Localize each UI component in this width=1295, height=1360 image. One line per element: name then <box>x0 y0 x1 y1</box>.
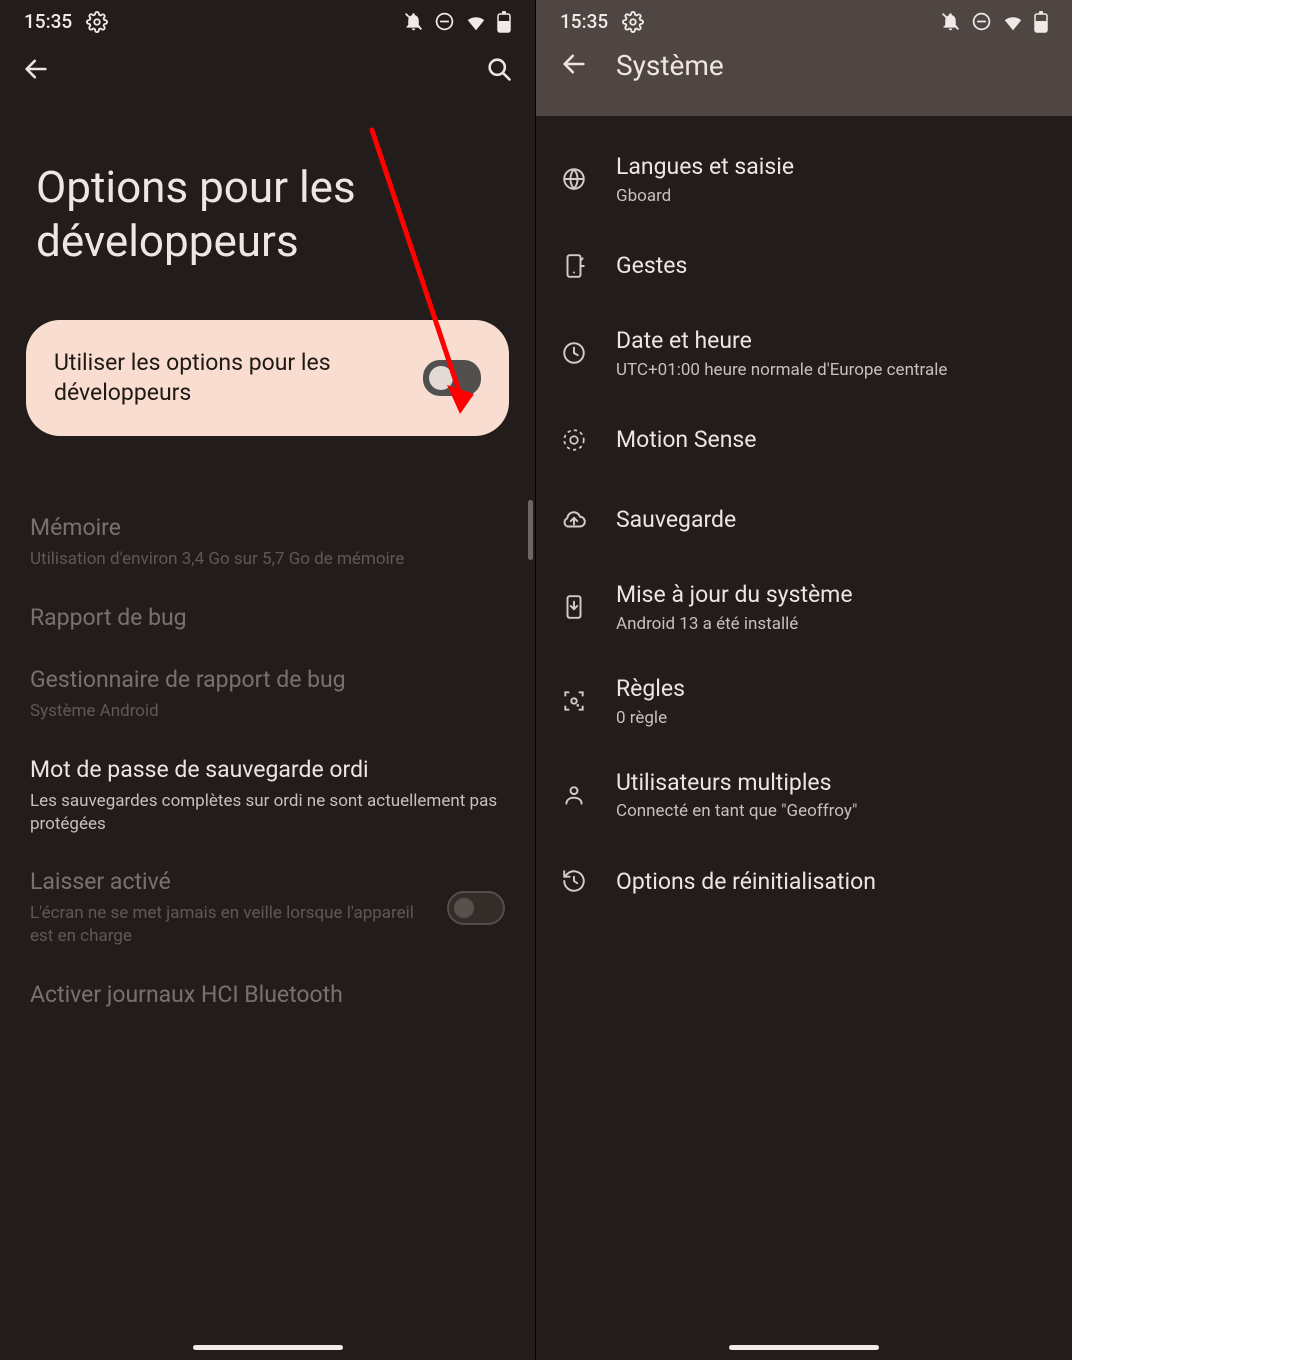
navigation-pill[interactable] <box>729 1345 879 1350</box>
item-title: Mot de passe de sauvegarde ordi <box>30 755 505 785</box>
item-title: Mise à jour du système <box>616 580 1048 610</box>
users-icon <box>560 775 588 815</box>
list-item-hci-bluetooth[interactable]: Activer journaux HCI Bluetooth <box>0 965 535 1027</box>
battery-icon <box>1034 11 1048 33</box>
top-bar <box>0 37 535 87</box>
item-title: Rapport de bug <box>30 603 505 633</box>
item-subtitle: Gboard <box>616 186 1048 206</box>
list-item-system-update[interactable]: Mise à jour du système Android 13 a été … <box>536 560 1072 654</box>
settings-icon <box>86 11 108 33</box>
gestures-icon <box>560 246 588 286</box>
rules-icon <box>560 681 588 721</box>
item-title: Sauvegarde <box>616 505 1048 535</box>
back-button[interactable] <box>22 55 50 87</box>
item-title: Langues et saisie <box>616 152 1048 182</box>
item-title: Motion Sense <box>616 425 1048 455</box>
item-subtitle: Connecté en tant que "Geoffroy" <box>616 801 1048 821</box>
status-time: 15:35 <box>560 10 608 33</box>
status-time: 15:35 <box>24 10 72 33</box>
page-title: Système <box>616 49 724 82</box>
item-title: Laisser activé <box>30 867 435 897</box>
system-settings-list: Langues et saisie Gboard Gestes Date et … <box>536 116 1072 937</box>
list-item-languages[interactable]: Langues et saisie Gboard <box>536 132 1072 226</box>
dnd-icon <box>434 11 455 32</box>
item-title: Date et heure <box>616 326 1048 356</box>
bell-off-icon <box>940 11 961 32</box>
item-title: Options de réinitialisation <box>616 867 1048 897</box>
item-subtitle: Les sauvegardes complètes sur ordi ne so… <box>30 790 505 836</box>
list-item-backup-password[interactable]: Mot de passe de sauvegarde ordi Les sauv… <box>0 740 535 853</box>
item-subtitle: L'écran ne se met jamais en veille lorsq… <box>30 902 435 948</box>
list-item-bug-report-handler[interactable]: Gestionnaire de rapport de bug Système A… <box>0 650 535 740</box>
reset-icon <box>560 861 588 901</box>
item-title: Gestes <box>616 251 1048 281</box>
list-item-date-time[interactable]: Date et heure UTC+01:00 heure normale d'… <box>536 306 1072 400</box>
motion-icon <box>560 420 588 460</box>
settings-list: Mémoire Utilisation d'environ 3,4 Go sur… <box>0 454 535 1027</box>
bell-off-icon <box>403 11 424 32</box>
list-item-rules[interactable]: Règles 0 règle <box>536 654 1072 748</box>
master-toggle-switch[interactable] <box>423 360 481 396</box>
wifi-icon <box>1002 11 1024 33</box>
developer-options-master-toggle-card[interactable]: Utiliser les options pour les développeu… <box>26 320 509 436</box>
search-button[interactable] <box>485 55 513 87</box>
list-item-memory[interactable]: Mémoire Utilisation d'environ 3,4 Go sur… <box>0 498 535 588</box>
list-item-reset-options[interactable]: Options de réinitialisation <box>536 841 1072 921</box>
item-subtitle: Système Android <box>30 700 505 723</box>
phone-system-settings: 15:35 <box>536 0 1072 1360</box>
battery-icon <box>497 11 511 33</box>
item-title: Utilisateurs multiples <box>616 768 1048 798</box>
back-button[interactable] <box>560 50 588 82</box>
item-title: Gestionnaire de rapport de bug <box>30 665 505 695</box>
status-bar: 15:35 <box>0 0 535 37</box>
list-item-multiple-users[interactable]: Utilisateurs multiples Connecté en tant … <box>536 748 1072 842</box>
clock-icon <box>560 333 588 373</box>
list-item-motion-sense[interactable]: Motion Sense <box>536 400 1072 480</box>
phone-developer-options: 15:35 Options pour les <box>0 0 536 1360</box>
dnd-icon <box>971 11 992 32</box>
update-icon <box>560 587 588 627</box>
item-subtitle: Android 13 a été installé <box>616 614 1048 634</box>
list-item-stay-awake[interactable]: Laisser activé L'écran ne se met jamais … <box>0 852 535 965</box>
item-subtitle: 0 règle <box>616 708 1048 728</box>
item-title: Règles <box>616 674 1048 704</box>
item-subtitle: Utilisation d'environ 3,4 Go sur 5,7 Go … <box>30 548 505 571</box>
globe-icon <box>560 159 588 199</box>
settings-icon <box>622 11 644 33</box>
stay-awake-switch[interactable] <box>447 891 505 925</box>
page-title: Options pour les développeurs <box>0 87 535 320</box>
item-subtitle: UTC+01:00 heure normale d'Europe central… <box>616 360 1048 380</box>
top-bar: Système <box>558 37 1050 98</box>
item-title: Activer journaux HCI Bluetooth <box>30 980 505 1010</box>
master-toggle-label: Utiliser les options pour les développeu… <box>54 348 405 408</box>
wifi-icon <box>465 11 487 33</box>
status-bar: 15:35 <box>558 0 1050 37</box>
list-item-gestures[interactable]: Gestes <box>536 226 1072 306</box>
list-item-backup[interactable]: Sauvegarde <box>536 480 1072 560</box>
navigation-pill[interactable] <box>193 1345 343 1350</box>
cloud-up-icon <box>560 500 588 540</box>
item-title: Mémoire <box>30 513 505 543</box>
list-item-bug-report[interactable]: Rapport de bug <box>0 588 535 650</box>
